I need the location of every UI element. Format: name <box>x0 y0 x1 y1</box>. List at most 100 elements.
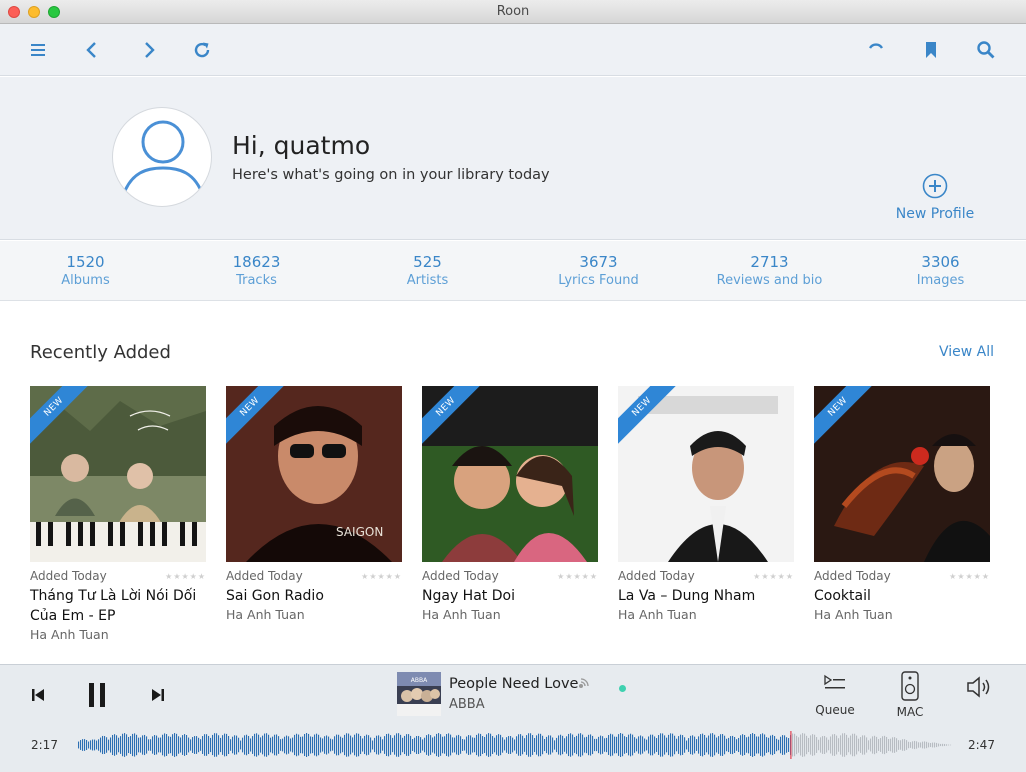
waveform-bar <box>664 735 666 755</box>
album-card[interactable]: NEW Added Today ★★★★★ Cooktail Ha Anh Tua… <box>814 386 990 622</box>
waveform-bar <box>286 735 288 755</box>
waveform-bar <box>642 736 644 754</box>
album-artist[interactable]: Ha Anh Tuan <box>618 607 794 622</box>
waveform-bar <box>858 738 860 752</box>
rating-stars[interactable]: ★★★★★ <box>753 572 794 581</box>
waveform-bar <box>932 742 934 748</box>
search-button[interactable] <box>972 36 1000 64</box>
waveform-bar <box>514 739 516 751</box>
waveform-bar <box>518 734 520 756</box>
waveform-bar <box>424 737 426 753</box>
waveform-bar <box>524 738 526 752</box>
album-card[interactable]: NEW Added Today ★★★★★ Tháng Tư Là Lời Nói… <box>30 386 206 642</box>
radio-signal-icon[interactable] <box>577 676 591 690</box>
album-cover[interactable]: NEW <box>618 386 794 562</box>
waveform-seekbar[interactable] <box>78 731 952 759</box>
pause-button[interactable] <box>84 681 110 709</box>
stat-lyrics[interactable]: 3673 Lyrics Found <box>513 241 684 300</box>
waveform-bar <box>862 735 864 755</box>
now-playing-artwork[interactable]: ABBA <box>397 672 441 716</box>
waveform-bar <box>506 737 508 753</box>
album-artist[interactable]: Ha Anh Tuan <box>814 607 990 622</box>
rating-stars[interactable]: ★★★★★ <box>361 572 402 581</box>
waveform-bar <box>596 738 598 752</box>
album-cover[interactable]: NEW <box>814 386 990 562</box>
added-date: Added Today <box>814 569 891 583</box>
added-date: Added Today <box>618 569 695 583</box>
queue-button[interactable]: Queue <box>812 671 858 717</box>
waveform-bar <box>696 739 698 751</box>
now-playing-title[interactable]: People Need Love <box>449 676 578 692</box>
waveform-bar <box>252 736 254 754</box>
waveform-bar <box>560 734 562 756</box>
album-title[interactable]: Sai Gon Radio <box>226 586 402 606</box>
album-cover[interactable]: NEW <box>422 386 598 562</box>
avatar[interactable] <box>112 107 212 207</box>
waveform-bar <box>416 736 418 754</box>
stat-value: 3306 <box>921 253 960 271</box>
rating-stars[interactable]: ★★★★★ <box>165 572 206 581</box>
menu-button[interactable] <box>24 36 52 64</box>
waveform-bar <box>728 737 730 753</box>
refresh-button[interactable] <box>188 36 216 64</box>
stat-tracks[interactable]: 18623 Tracks <box>171 241 342 300</box>
stat-artists[interactable]: 525 Artists <box>342 241 513 300</box>
back-button[interactable] <box>78 36 106 64</box>
signal-path-indicator[interactable] <box>619 685 626 692</box>
album-card[interactable]: NEW Added Today ★★★★★ La Va – Dung Nham H… <box>618 386 794 622</box>
bookmark-button[interactable] <box>917 36 945 64</box>
waveform-bar <box>336 734 338 756</box>
waveform-bar <box>244 735 246 755</box>
waveform-bar <box>246 734 248 756</box>
waveform-bar <box>608 735 610 755</box>
queue-icon <box>824 674 845 689</box>
waveform-bar <box>822 736 824 754</box>
forward-button[interactable] <box>135 36 163 64</box>
album-cover[interactable]: SAIGON NEW <box>226 386 402 562</box>
waveform-bar <box>756 736 758 754</box>
waveform-bar <box>334 736 336 754</box>
view-all-link[interactable]: View All <box>939 344 994 360</box>
album-cover[interactable]: NEW <box>30 386 206 562</box>
next-track-button[interactable] <box>148 685 168 705</box>
now-playing-artist[interactable]: ABBA <box>449 697 485 712</box>
skip-previous-icon <box>32 689 44 701</box>
album-title[interactable]: Cooktail <box>814 586 990 606</box>
stat-images[interactable]: 3306 Images <box>855 241 1026 300</box>
waveform-bar <box>806 735 808 755</box>
rating-stars[interactable]: ★★★★★ <box>557 572 598 581</box>
waveform-bar <box>414 737 416 753</box>
new-profile-button[interactable]: New Profile <box>890 173 980 222</box>
waveform-bar <box>804 733 806 757</box>
album-card[interactable]: SAIGON NEW Added Today ★★★★★ Sai Gon Radi… <box>226 386 402 622</box>
waveform-bar <box>402 737 404 753</box>
stat-reviews[interactable]: 2713 Reviews and bio <box>684 241 855 300</box>
album-title[interactable]: Ngay Hat Doi <box>422 586 598 606</box>
waveform-bar <box>158 737 160 753</box>
volume-button[interactable] <box>962 673 996 701</box>
waveform-bar <box>274 734 276 756</box>
waveform-bar <box>682 735 684 755</box>
album-title[interactable]: La Va – Dung Nham <box>618 586 794 606</box>
waveform-bar <box>182 735 184 755</box>
stat-albums[interactable]: 1520 Albums <box>0 241 171 300</box>
album-card[interactable]: NEW Added Today ★★★★★ Ngay Hat Doi Ha Anh… <box>422 386 598 622</box>
waveform-bar <box>86 740 88 750</box>
waveform-bar <box>284 736 286 754</box>
album-artist[interactable]: Ha Anh Tuan <box>30 627 206 642</box>
waveform-bar <box>746 737 748 753</box>
waveform-bar <box>674 735 676 755</box>
album-artist[interactable]: Ha Anh Tuan <box>226 607 402 622</box>
waveform-bar <box>890 738 892 752</box>
waveform-bar <box>554 740 556 750</box>
waveform-bar <box>898 740 900 750</box>
rating-stars[interactable]: ★★★★★ <box>949 572 990 581</box>
previous-track-button[interactable] <box>28 685 48 705</box>
zone-button[interactable]: MAC <box>888 671 932 719</box>
album-artist[interactable]: Ha Anh Tuan <box>422 607 598 622</box>
waveform-bar <box>332 739 334 751</box>
waveform-bar <box>536 735 538 755</box>
album-title[interactable]: Tháng Tư Là Lời Nói Dối Của Em - EP <box>30 586 206 626</box>
waveform-bar <box>742 734 744 756</box>
waveform-bar <box>708 735 710 755</box>
